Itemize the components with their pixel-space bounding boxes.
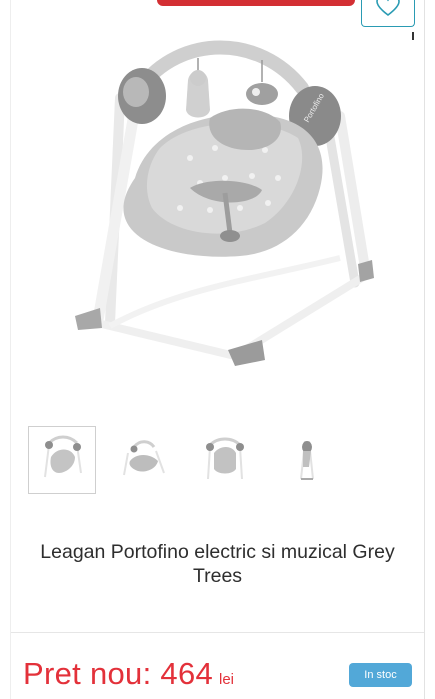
thumbnail-4[interactable] bbox=[272, 426, 340, 494]
divider bbox=[11, 632, 424, 633]
heart-icon bbox=[376, 0, 400, 17]
add-to-cart-button[interactable] bbox=[157, 0, 355, 6]
thumbnail-1[interactable] bbox=[28, 426, 96, 494]
thumbnail-image bbox=[206, 437, 244, 480]
price-value: Pret nou: 464 bbox=[23, 656, 214, 691]
product-main-image[interactable]: Portofino bbox=[40, 38, 400, 378]
product-title: Leagan Portofino electric si muzical Gre… bbox=[40, 541, 395, 587]
thumbnail-image bbox=[300, 440, 314, 480]
page-border-left bbox=[10, 0, 11, 699]
carousel-indicator bbox=[412, 32, 414, 40]
thumbnail-strip bbox=[28, 426, 398, 494]
stock-badge: In stoc bbox=[349, 663, 412, 687]
thumbnail-2[interactable] bbox=[109, 426, 177, 494]
price-currency: lei bbox=[219, 671, 235, 688]
thumbnail-image bbox=[44, 435, 82, 478]
wishlist-button[interactable] bbox=[361, 0, 415, 27]
thumbnail-3[interactable] bbox=[191, 426, 259, 494]
page-border-right bbox=[424, 0, 425, 699]
thumbnail-image bbox=[123, 440, 165, 476]
